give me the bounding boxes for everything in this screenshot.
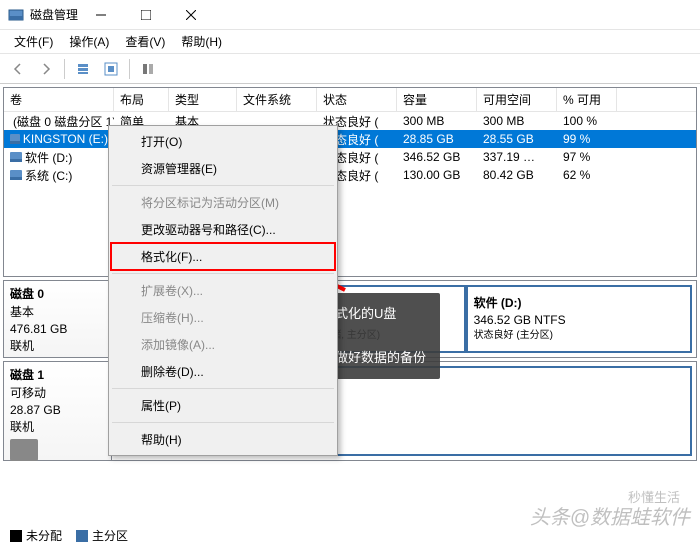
close-button[interactable] [168, 0, 213, 30]
watermark: 头条@数据蛙软件 [530, 501, 690, 530]
menu-delete[interactable]: 删除卷(D)... [111, 358, 335, 385]
toolbar-help-button[interactable] [136, 57, 160, 81]
legend-unalloc-box [10, 530, 22, 542]
col-status[interactable]: 状态 [317, 88, 397, 111]
volume-icon [10, 170, 22, 180]
volume-icon [10, 134, 20, 144]
maximize-button[interactable] [123, 0, 168, 30]
menu-action[interactable]: 操作(A) [61, 33, 117, 50]
menu-file[interactable]: 文件(F) [6, 33, 61, 50]
toolbar [0, 54, 700, 84]
removable-disk-icon [10, 439, 38, 461]
menu-ctx-help[interactable]: 帮助(H) [111, 426, 335, 453]
disk-info: 磁盘 1 可移动 28.87 GB 联机 [4, 362, 112, 460]
titlebar: 磁盘管理 [0, 0, 700, 30]
forward-button[interactable] [34, 57, 58, 81]
col-free[interactable]: 可用空间 [477, 88, 557, 111]
disk-info: 磁盘 0 基本 476.81 GB 联机 [4, 281, 112, 357]
col-type[interactable]: 类型 [169, 88, 237, 111]
menu-extend: 扩展卷(X)... [111, 277, 335, 304]
col-filesystem[interactable]: 文件系统 [237, 88, 317, 111]
minimize-button[interactable] [78, 0, 123, 30]
back-button[interactable] [6, 57, 30, 81]
window-title: 磁盘管理 [30, 6, 78, 23]
menu-explorer[interactable]: 资源管理器(E) [111, 155, 335, 182]
menu-help[interactable]: 帮助(H) [173, 33, 230, 50]
menubar: 文件(F) 操作(A) 查看(V) 帮助(H) [0, 30, 700, 54]
app-icon [8, 7, 24, 23]
menu-mark-active: 将分区标记为活动分区(M) [111, 189, 335, 216]
context-menu: 打开(O) 资源管理器(E) 将分区标记为活动分区(M) 更改驱动器号和路径(C… [108, 125, 338, 456]
col-capacity[interactable]: 容量 [397, 88, 477, 111]
partition[interactable]: 软件 (D:) 346.52 GB NTFS 状态良好 (主分区) [466, 285, 692, 353]
menu-properties[interactable]: 属性(P) [111, 392, 335, 419]
menu-add-mirror: 添加镜像(A)... [111, 331, 335, 358]
menu-change-drive[interactable]: 更改驱动器号和路径(C)... [111, 216, 335, 243]
col-layout[interactable]: 布局 [114, 88, 169, 111]
toolbar-view-button[interactable] [71, 57, 95, 81]
menu-open[interactable]: 打开(O) [111, 128, 335, 155]
menu-shrink: 压缩卷(H)... [111, 304, 335, 331]
menu-format[interactable]: 格式化(F)... [111, 243, 335, 270]
volume-icon [10, 152, 22, 162]
menu-view[interactable]: 查看(V) [117, 33, 173, 50]
toolbar-refresh-button[interactable] [99, 57, 123, 81]
col-percent[interactable]: % 可用 [557, 88, 617, 111]
legend-primary-box [76, 530, 88, 542]
col-volume[interactable]: 卷 [4, 88, 114, 111]
legend: 未分配 主分区 [10, 527, 128, 544]
grid-header: 卷 布局 类型 文件系统 状态 容量 可用空间 % 可用 [4, 88, 696, 112]
